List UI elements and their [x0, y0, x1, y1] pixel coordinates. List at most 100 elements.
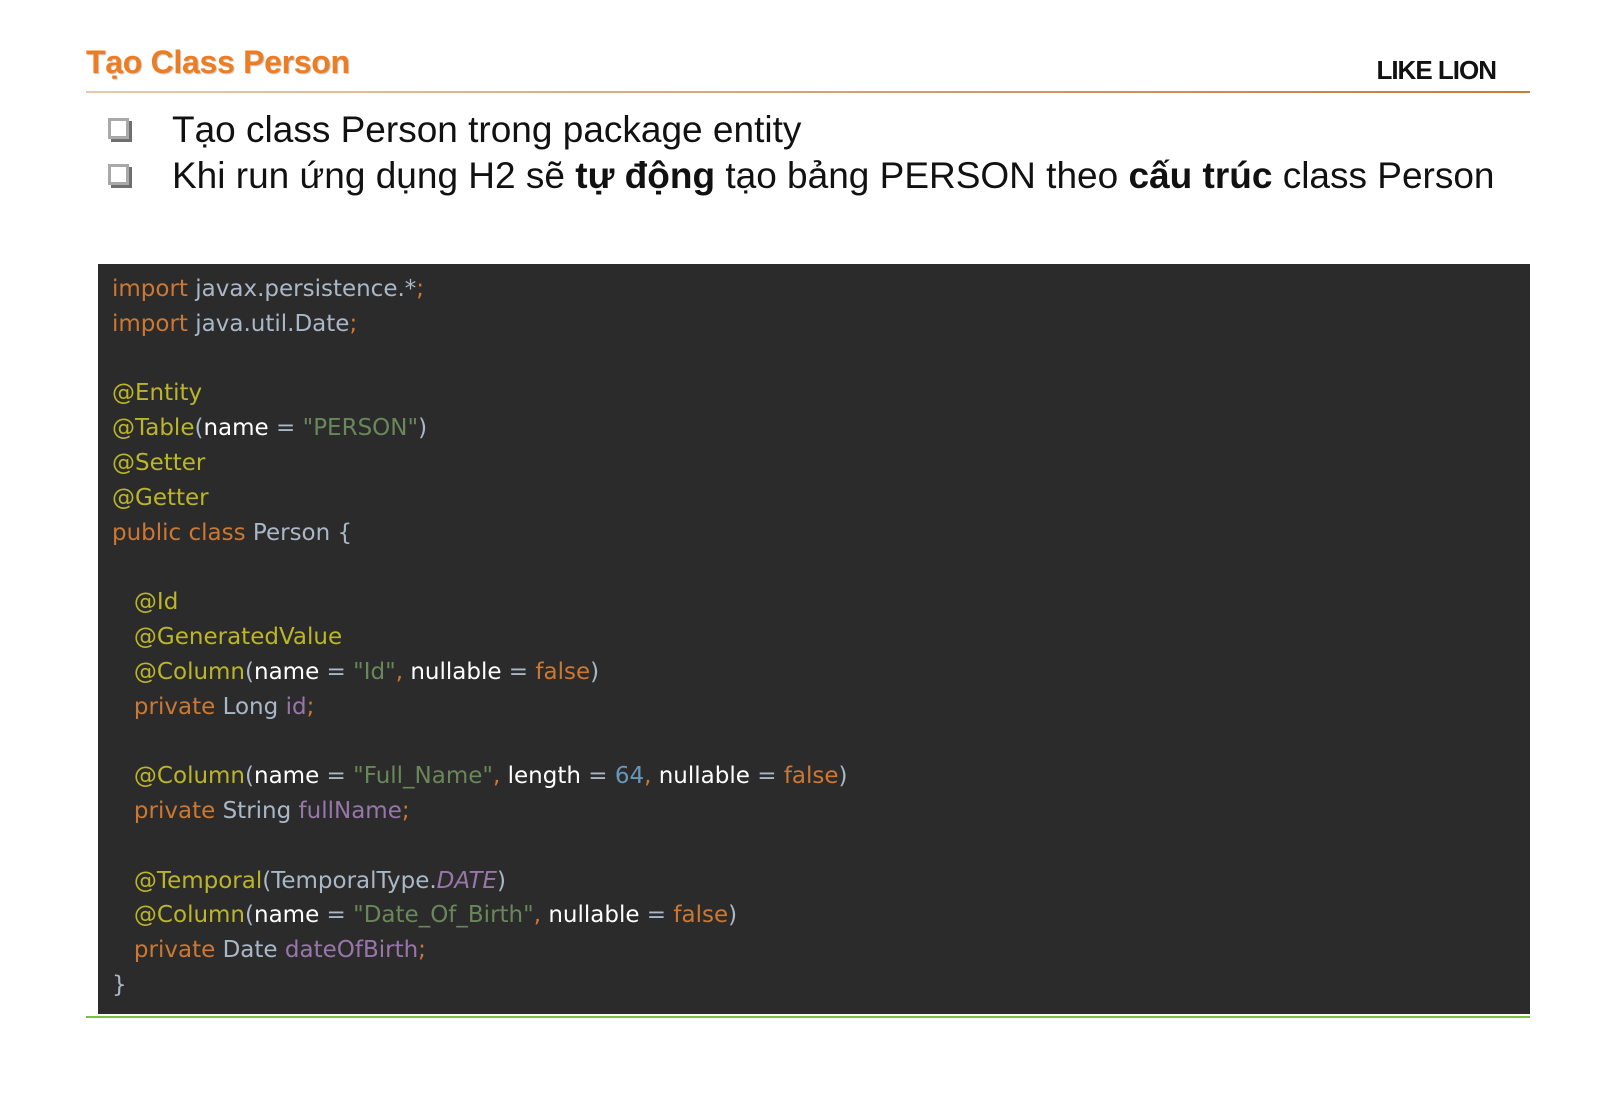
code-token: = [319, 658, 354, 685]
code-token: Person { [252, 519, 353, 546]
code-token: = [639, 902, 674, 929]
code-line: @Setter [112, 446, 1530, 481]
code-token: false [673, 902, 729, 929]
code-token: "PERSON" [302, 415, 419, 442]
code-token: javax.persistence.* [195, 276, 417, 302]
code-token: private [112, 693, 223, 720]
code-token: public class [112, 519, 253, 546]
code-token: false [783, 763, 839, 790]
code-token: ; [401, 797, 410, 824]
code-token: DATE [436, 867, 498, 894]
code-token: name [254, 902, 320, 929]
code-line: private Date dateOfBirth; [112, 933, 1530, 968]
code-line: private String fullName; [112, 794, 1530, 829]
bullet-bold-text: cấu trúc [1128, 155, 1273, 196]
code-line: private Long id; [112, 690, 1530, 725]
code-token: @GeneratedValue [112, 623, 343, 650]
code-token: = [319, 902, 354, 929]
code-token: ) [838, 763, 848, 790]
code-token: java.util.Date [195, 310, 350, 337]
code-token: = [319, 763, 354, 790]
code-token: , [533, 902, 549, 929]
code-token: ) [590, 658, 600, 685]
code-token: "Id" [353, 658, 396, 685]
code-token: "Date_Of_Birth" [353, 902, 534, 929]
code-token: import [112, 310, 196, 337]
code-token: ( [245, 763, 254, 790]
code-token: @Entity [112, 380, 203, 407]
code-line: @Temporal(TemporalType.DATE) [112, 864, 1530, 899]
code-token: = [501, 658, 536, 685]
code-token: = [580, 763, 615, 790]
code-token: length [507, 763, 581, 790]
bullet-text: Tạo class Person trong package entity [172, 109, 802, 150]
code-token: , [492, 763, 508, 790]
bottom-divider [86, 1016, 1530, 1018]
bullet-bold-text: tự động [575, 155, 716, 196]
code-line: @Getter [112, 481, 1530, 516]
code-token: name [254, 658, 320, 685]
code-line: @Entity [112, 376, 1530, 411]
code-token: private [112, 797, 223, 824]
code-token: private [112, 937, 223, 964]
code-line: import javax.persistence.*; [112, 272, 1530, 307]
checkbox-bullet-icon [108, 118, 129, 139]
code-token: ) [418, 415, 428, 442]
code-token: , [395, 658, 411, 685]
code-line: } [112, 968, 1530, 1003]
checkbox-bullet-icon [108, 164, 129, 185]
code-token: ; [306, 693, 315, 720]
code-token: nullable [548, 902, 640, 929]
code-token: @Id [112, 589, 179, 616]
code-line: public class Person { [112, 516, 1530, 551]
bullet-item: Khi run ứng dụng H2 sẽ tự động tạo bảng … [108, 154, 1538, 197]
title-divider [86, 91, 1530, 93]
code-token: ; [349, 310, 358, 337]
code-token: ; [416, 276, 425, 302]
code-line: import java.util.Date; [112, 307, 1530, 342]
code-token: Long [222, 693, 286, 720]
code-token: @Getter [112, 484, 209, 511]
code-token: ( [245, 902, 254, 929]
code-line: @Id [112, 585, 1530, 620]
code-token: import [112, 276, 196, 302]
code-token: @Column [112, 658, 246, 685]
code-token: ) [728, 902, 738, 929]
code-token: ) [497, 867, 507, 894]
slide-title: Tạo Class Person [86, 44, 350, 80]
code-token: false [535, 658, 591, 685]
code-line: @Column(name = "Id", nullable = false) [112, 655, 1530, 690]
code-token: name [254, 763, 320, 790]
bullet-text: tạo bảng PERSON theo [715, 155, 1129, 196]
code-token: name [203, 415, 269, 442]
code-token: (TemporalType. [262, 867, 437, 894]
code-token: @Setter [112, 449, 206, 476]
code-token: , [644, 763, 659, 790]
code-token: id [285, 693, 307, 720]
code-token: dateOfBirth [284, 937, 419, 964]
bullet-list: Tạo class Person trong package entity Khi… [108, 108, 1538, 200]
code-token: @Temporal [112, 867, 263, 894]
code-token: ; [418, 937, 426, 964]
code-token: ( [245, 658, 254, 685]
code-token: "Full_Name" [353, 763, 493, 790]
code-token: = [268, 415, 303, 442]
code-line: @Table(name = "PERSON") [112, 411, 1530, 446]
code-line: @GeneratedValue [112, 620, 1530, 655]
likelion-logo: LIKE LION [1376, 55, 1497, 85]
code-line: @Column(name = "Date_Of_Birth", nullable… [112, 898, 1530, 933]
bullet-item: Tạo class Person trong package entity [108, 108, 1538, 151]
code-token: @Column [112, 902, 246, 929]
code-token: String [222, 797, 299, 824]
code-token: } [112, 971, 127, 998]
code-token: = [749, 763, 784, 790]
bullet-text: Khi run ứng dụng H2 sẽ [172, 155, 576, 196]
code-token: 64 [614, 763, 645, 790]
code-token: nullable [410, 658, 502, 685]
code-token: fullName [298, 797, 402, 824]
code-line: @Column(name = "Full_Name", length = 64,… [112, 759, 1530, 794]
